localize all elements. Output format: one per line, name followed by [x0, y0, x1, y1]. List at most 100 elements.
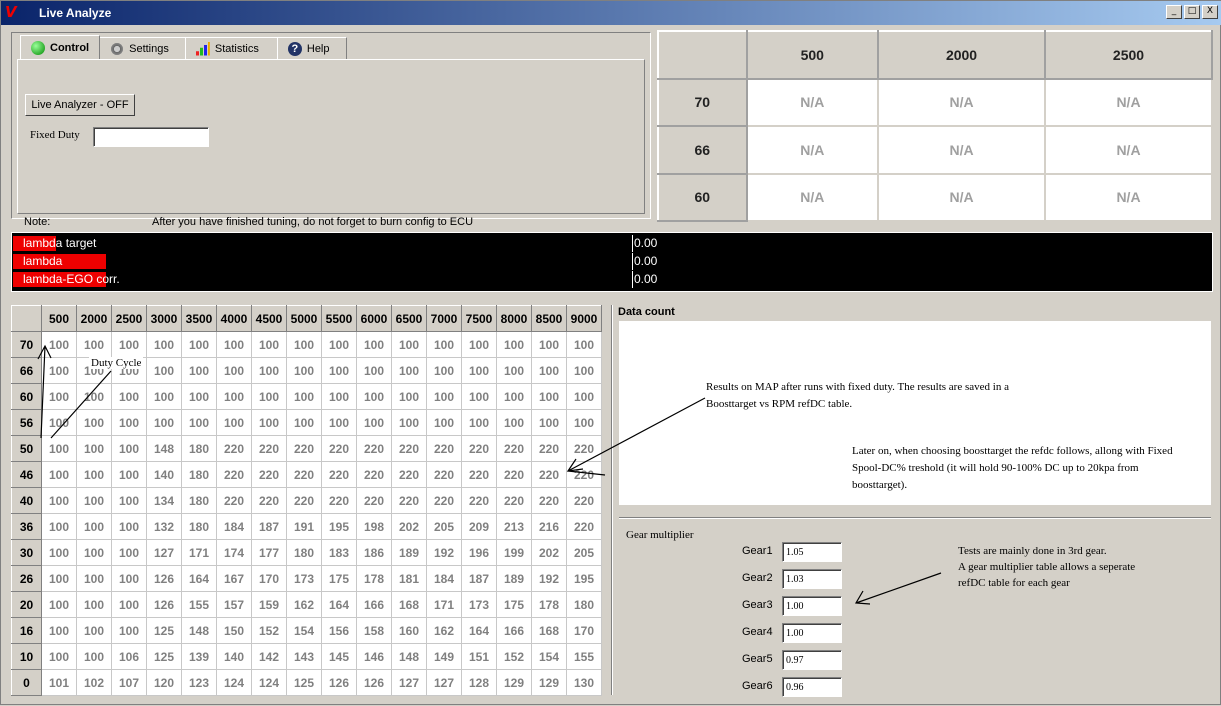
duty-cell[interactable]: 126: [356, 669, 392, 696]
duty-cell[interactable]: 164: [461, 617, 497, 644]
duty-cell[interactable]: 100: [41, 357, 77, 384]
duty-cell[interactable]: 100: [76, 331, 112, 358]
duty-cell[interactable]: 181: [391, 565, 427, 592]
duty-cell[interactable]: 220: [426, 461, 462, 488]
title-bar[interactable]: V Live Analyze _ □ X: [1, 1, 1221, 25]
duty-cell[interactable]: 100: [41, 643, 77, 670]
duty-cell[interactable]: 100: [146, 331, 182, 358]
tab-control[interactable]: Control: [20, 35, 101, 59]
duty-cell[interactable]: 220: [461, 435, 497, 462]
duty-cell[interactable]: 100: [111, 513, 147, 540]
duty-cell[interactable]: 180: [286, 539, 322, 566]
duty-cell[interactable]: 125: [146, 617, 182, 644]
duty-cell[interactable]: 123: [181, 669, 217, 696]
duty-cell[interactable]: 145: [321, 643, 357, 670]
duty-cell[interactable]: 100: [111, 435, 147, 462]
maximize-button[interactable]: □: [1184, 5, 1200, 19]
duty-cell[interactable]: 100: [216, 331, 252, 358]
duty-cell[interactable]: 100: [41, 617, 77, 644]
duty-cell[interactable]: 180: [181, 435, 217, 462]
duty-cell[interactable]: 100: [41, 539, 77, 566]
duty-cell[interactable]: 126: [321, 669, 357, 696]
duty-cell[interactable]: 220: [566, 487, 602, 514]
duty-cell[interactable]: 106: [111, 643, 147, 670]
tab-statistics[interactable]: Statistics: [184, 37, 278, 59]
duty-cell[interactable]: 100: [391, 409, 427, 436]
duty-cell[interactable]: 130: [566, 669, 602, 696]
duty-cell[interactable]: 100: [531, 383, 567, 410]
duty-cell[interactable]: 100: [76, 383, 112, 410]
duty-cell[interactable]: 220: [426, 487, 462, 514]
duty-cell[interactable]: 100: [41, 591, 77, 618]
duty-cell[interactable]: 199: [496, 539, 532, 566]
duty-cell[interactable]: 180: [181, 487, 217, 514]
duty-cell[interactable]: 220: [496, 487, 532, 514]
duty-cell[interactable]: 100: [426, 357, 462, 384]
gear6-input[interactable]: 0.96: [782, 677, 842, 697]
duty-cell[interactable]: 220: [216, 487, 252, 514]
duty-cell[interactable]: 100: [356, 383, 392, 410]
duty-cell[interactable]: 100: [216, 409, 252, 436]
duty-cell[interactable]: 100: [391, 383, 427, 410]
duty-cell[interactable]: 125: [286, 669, 322, 696]
duty-cell[interactable]: 100: [76, 435, 112, 462]
duty-cell[interactable]: 220: [391, 487, 427, 514]
duty-cell[interactable]: 100: [111, 565, 147, 592]
duty-cell[interactable]: 100: [76, 513, 112, 540]
duty-cell[interactable]: 177: [251, 539, 287, 566]
duty-cell[interactable]: 100: [321, 409, 357, 436]
duty-cell[interactable]: 100: [111, 487, 147, 514]
duty-cell[interactable]: 100: [426, 331, 462, 358]
duty-cell[interactable]: 220: [286, 435, 322, 462]
duty-cell[interactable]: 107: [111, 669, 147, 696]
duty-cell[interactable]: 149: [426, 643, 462, 670]
duty-cell[interactable]: 220: [531, 461, 567, 488]
duty-cell[interactable]: 184: [426, 565, 462, 592]
gear1-input[interactable]: 1.05: [782, 542, 842, 562]
duty-cell[interactable]: 100: [251, 331, 287, 358]
duty-cell[interactable]: 100: [496, 409, 532, 436]
table-cell[interactable]: N/A: [1044, 172, 1213, 222]
duty-cell[interactable]: 220: [531, 435, 567, 462]
duty-cell[interactable]: 158: [356, 617, 392, 644]
duty-cell[interactable]: 100: [321, 383, 357, 410]
duty-cell[interactable]: 100: [76, 591, 112, 618]
duty-cell[interactable]: 180: [181, 513, 217, 540]
duty-cell[interactable]: 162: [286, 591, 322, 618]
duty-cell[interactable]: 196: [461, 539, 497, 566]
duty-cell[interactable]: 100: [286, 383, 322, 410]
duty-cell[interactable]: 178: [531, 591, 567, 618]
duty-cell[interactable]: 154: [531, 643, 567, 670]
duty-cell[interactable]: 148: [181, 617, 217, 644]
duty-cell[interactable]: 152: [496, 643, 532, 670]
duty-cell[interactable]: 140: [146, 461, 182, 488]
duty-cell[interactable]: 173: [286, 565, 322, 592]
duty-cell[interactable]: 148: [391, 643, 427, 670]
table-cell[interactable]: N/A: [877, 125, 1047, 175]
duty-cell[interactable]: 100: [111, 383, 147, 410]
duty-cell[interactable]: 187: [461, 565, 497, 592]
duty-cell[interactable]: 100: [41, 461, 77, 488]
fixed-duty-input[interactable]: [93, 127, 209, 147]
duty-cell[interactable]: 166: [496, 617, 532, 644]
duty-cell[interactable]: 100: [111, 591, 147, 618]
table-cell[interactable]: N/A: [877, 172, 1047, 222]
duty-cell[interactable]: 143: [286, 643, 322, 670]
duty-cell[interactable]: 220: [566, 461, 602, 488]
duty-cell[interactable]: 220: [286, 487, 322, 514]
duty-cell[interactable]: 148: [146, 435, 182, 462]
duty-cell[interactable]: 100: [286, 357, 322, 384]
duty-cell[interactable]: 100: [111, 409, 147, 436]
duty-cell[interactable]: 100: [566, 331, 602, 358]
duty-cell[interactable]: 102: [76, 669, 112, 696]
duty-cell[interactable]: 170: [251, 565, 287, 592]
duty-cell[interactable]: 100: [356, 357, 392, 384]
duty-cell[interactable]: 171: [181, 539, 217, 566]
duty-cell[interactable]: 124: [216, 669, 252, 696]
duty-cell[interactable]: 220: [391, 461, 427, 488]
duty-cell[interactable]: 129: [531, 669, 567, 696]
duty-cell[interactable]: 213: [496, 513, 532, 540]
duty-cell[interactable]: 100: [286, 409, 322, 436]
duty-cell[interactable]: 159: [251, 591, 287, 618]
duty-cell[interactable]: 100: [181, 331, 217, 358]
